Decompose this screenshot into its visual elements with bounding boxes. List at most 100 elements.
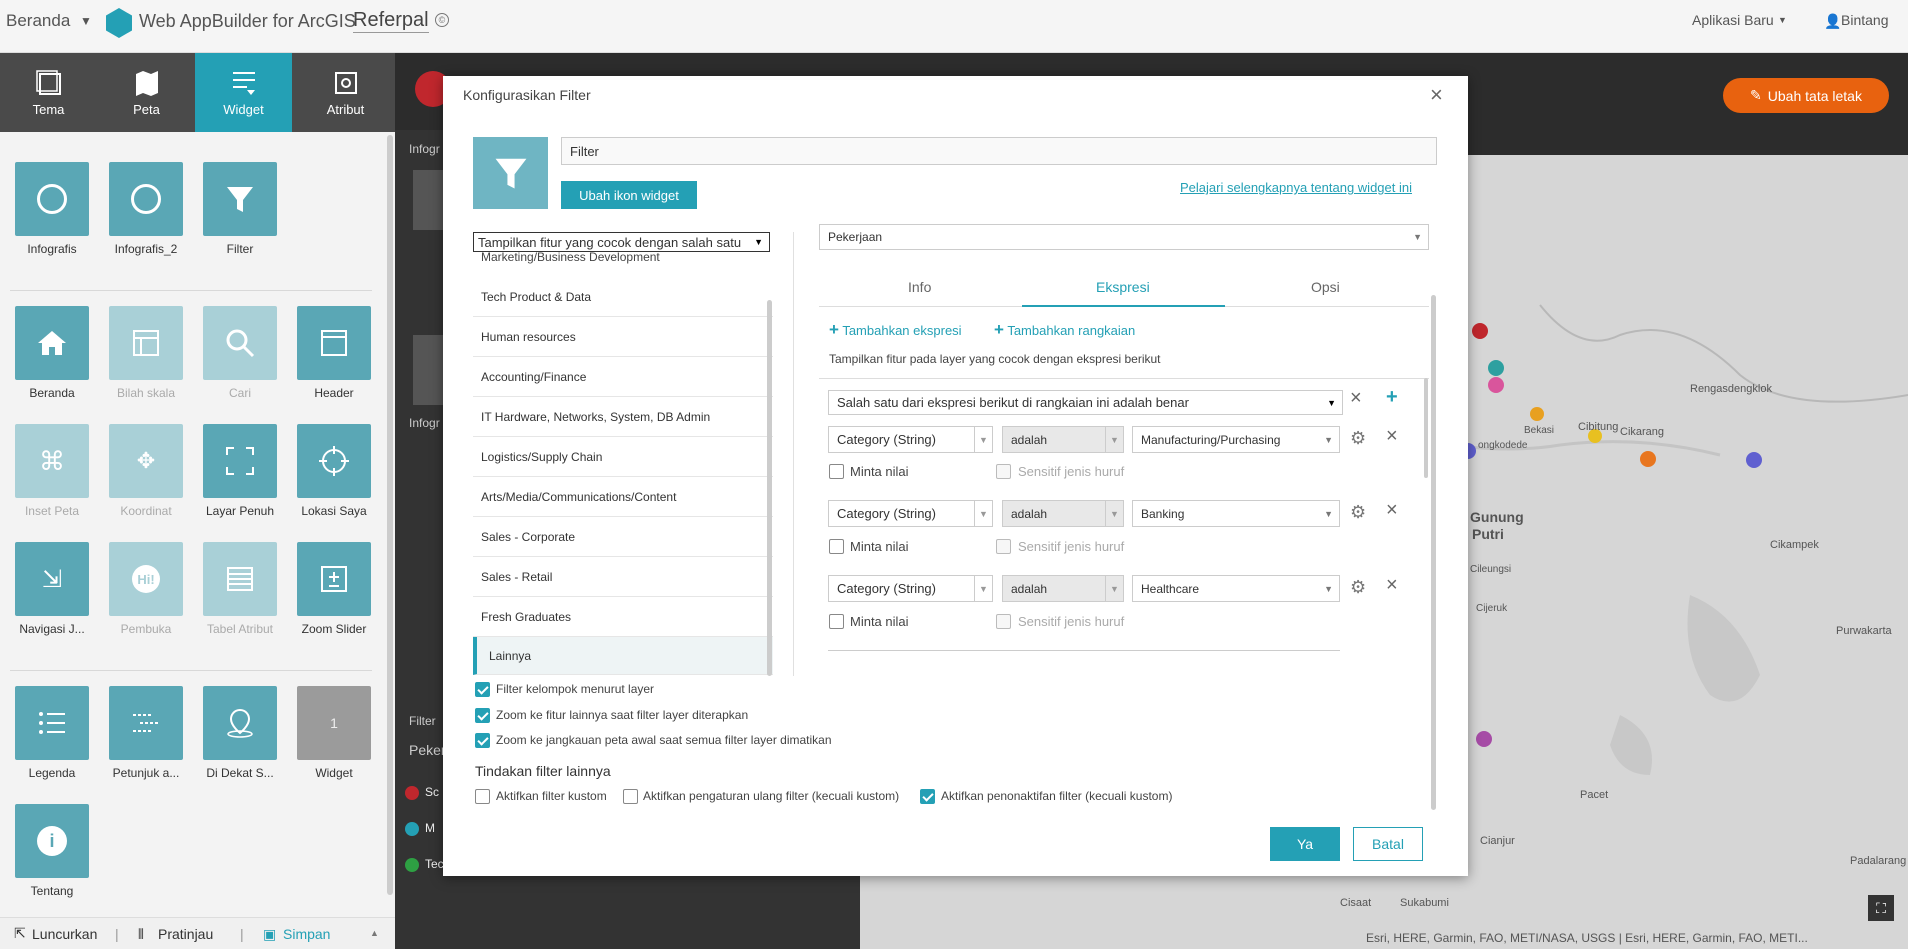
widget-my-location[interactable]: [297, 424, 371, 498]
home-menu[interactable]: Beranda: [6, 11, 70, 31]
filter-item[interactable]: M: [405, 821, 435, 836]
map-marker[interactable]: [1488, 377, 1504, 393]
case-sensitive-checkbox[interactable]: [996, 614, 1011, 629]
value-select[interactable]: Banking ▼: [1132, 500, 1340, 527]
gear-icon[interactable]: ⚙: [1350, 428, 1366, 449]
widget-search[interactable]: [203, 306, 277, 380]
map-marker[interactable]: [1530, 407, 1544, 421]
widget-placeholder-slot[interactable]: 1: [297, 686, 371, 760]
set-rule-select[interactable]: Salah satu dari ekspresi berikut di rang…: [828, 390, 1343, 415]
ask-value-checkbox[interactable]: [829, 614, 844, 629]
filter-list-item[interactable]: Arts/Media/Communications/Content: [473, 477, 773, 517]
tab-theme[interactable]: Tema: [0, 53, 97, 132]
layer-select[interactable]: Pekerjaan ▼: [819, 224, 1429, 250]
map-marker[interactable]: [1488, 360, 1504, 376]
widget-infographic[interactable]: [15, 162, 89, 236]
widget-directions[interactable]: [109, 686, 183, 760]
dialog-scrollbar[interactable]: [1431, 295, 1436, 810]
filter-list-item[interactable]: Sales - Retail: [473, 557, 773, 597]
add-set-button[interactable]: + Tambahkan rangkaian: [994, 320, 1135, 340]
filter-list-item-selected[interactable]: Lainnya: [473, 637, 773, 675]
widget-home[interactable]: [15, 306, 89, 380]
widget-scalebar[interactable]: [109, 306, 183, 380]
fullscreen-icon[interactable]: ⛶: [1868, 895, 1894, 921]
value-select[interactable]: Healthcare ▼: [1132, 575, 1340, 602]
widget-fullscreen[interactable]: [203, 424, 277, 498]
filter-list-scrollbar[interactable]: [767, 300, 772, 676]
enable-turn-off-filter-checkbox[interactable]: [920, 789, 935, 804]
widget-zoom-slider[interactable]: [297, 542, 371, 616]
change-layout-button[interactable]: ✎ Ubah tata letak: [1723, 78, 1889, 113]
filter-list-item[interactable]: IT Hardware, Networks, System, DB Admin: [473, 397, 773, 437]
case-sensitive-checkbox[interactable]: [996, 539, 1011, 554]
info-icon[interactable]: ©: [435, 13, 449, 27]
map-marker[interactable]: [1640, 451, 1656, 467]
widget-near-me[interactable]: [203, 686, 277, 760]
map-marker[interactable]: [1472, 323, 1488, 339]
filter-list-item[interactable]: Logistics/Supply Chain: [473, 437, 773, 477]
widget-about[interactable]: i: [15, 804, 89, 878]
filter-item[interactable]: Sc: [405, 785, 439, 800]
widget-attribute-table[interactable]: [203, 542, 277, 616]
user-menu[interactable]: Bintang: [1841, 12, 1888, 28]
cancel-button[interactable]: Batal: [1353, 827, 1423, 861]
filter-list-item[interactable]: Fresh Graduates: [473, 597, 773, 637]
close-icon[interactable]: ×: [1430, 82, 1443, 108]
save-button[interactable]: Simpan: [283, 926, 330, 942]
widget-infographic-2[interactable]: [109, 162, 183, 236]
chevron-down-icon[interactable]: ▼: [1778, 15, 1787, 25]
operator-select[interactable]: adalah ▼: [1002, 575, 1124, 602]
operator-select[interactable]: adalah ▼: [1002, 500, 1124, 527]
project-name[interactable]: Referpal: [353, 9, 429, 33]
enable-custom-filter-checkbox[interactable]: [475, 789, 490, 804]
filter-list-item[interactable]: Tech Product & Data: [473, 277, 773, 317]
widget-coordinate[interactable]: ✥: [109, 424, 183, 498]
close-icon[interactable]: ×: [1350, 387, 1362, 410]
change-icon-button[interactable]: Ubah ikon widget: [561, 181, 697, 209]
tab-widget[interactable]: Widget: [195, 53, 292, 132]
new-app-menu[interactable]: Aplikasi Baru: [1692, 12, 1774, 28]
launch-button[interactable]: Luncurkan: [32, 926, 97, 942]
tab-attribute[interactable]: Atribut: [297, 53, 394, 132]
tab-info[interactable]: Info: [908, 279, 931, 295]
plus-icon[interactable]: +: [1386, 386, 1398, 409]
preview-button[interactable]: Pratinjau: [158, 926, 213, 942]
map-marker[interactable]: [1476, 731, 1492, 747]
field-select[interactable]: Category (String) ▼: [828, 426, 993, 453]
enable-reset-filter-checkbox[interactable]: [623, 789, 638, 804]
tab-options[interactable]: Opsi: [1311, 279, 1340, 295]
widget-header[interactable]: [297, 306, 371, 380]
close-icon[interactable]: ×: [1386, 574, 1398, 597]
case-sensitive-checkbox[interactable]: [996, 464, 1011, 479]
widget-navigation[interactable]: ⇲: [15, 542, 89, 616]
gear-icon[interactable]: ⚙: [1350, 577, 1366, 598]
widget-overview-map[interactable]: ⌘: [15, 424, 89, 498]
filter-list-item[interactable]: Human resources: [473, 317, 773, 357]
learn-more-link[interactable]: Pelajari selengkapnya tentang widget ini: [1180, 180, 1412, 195]
close-icon[interactable]: ×: [1386, 425, 1398, 448]
chevron-up-icon[interactable]: ▲: [370, 928, 379, 938]
filter-list-item[interactable]: Sales - Corporate: [473, 517, 773, 557]
map-marker[interactable]: [1746, 452, 1762, 468]
gear-icon[interactable]: ⚙: [1350, 502, 1366, 523]
widget-filter[interactable]: [203, 162, 277, 236]
tab-expression[interactable]: Ekspresi: [1096, 279, 1150, 295]
ask-value-checkbox[interactable]: [829, 539, 844, 554]
ask-value-checkbox[interactable]: [829, 464, 844, 479]
ok-button[interactable]: Ya: [1270, 827, 1340, 861]
zoom-to-features-checkbox[interactable]: [475, 708, 490, 723]
close-icon[interactable]: ×: [1386, 499, 1398, 522]
widget-splash[interactable]: Hi!: [109, 542, 183, 616]
operator-select[interactable]: adalah ▼: [1002, 426, 1124, 453]
field-select[interactable]: Category (String) ▼: [828, 575, 993, 602]
widget-name-input[interactable]: Filter: [561, 137, 1437, 165]
value-select[interactable]: Manufacturing/Purchasing ▼: [1132, 426, 1340, 453]
field-select[interactable]: Category (String) ▼: [828, 500, 993, 527]
expression-scrollbar[interactable]: [1424, 378, 1428, 478]
filter-list-item[interactable]: Marketing/Business Development: [481, 250, 660, 264]
group-by-layer-checkbox[interactable]: [475, 682, 490, 697]
chevron-down-icon[interactable]: ▼: [80, 14, 92, 28]
add-expression-button[interactable]: + Tambahkan ekspresi: [829, 320, 962, 340]
zoom-to-initial-extent-checkbox[interactable]: [475, 733, 490, 748]
match-mode-select[interactable]: Tampilkan fitur yang cocok dengan salah …: [473, 232, 770, 252]
